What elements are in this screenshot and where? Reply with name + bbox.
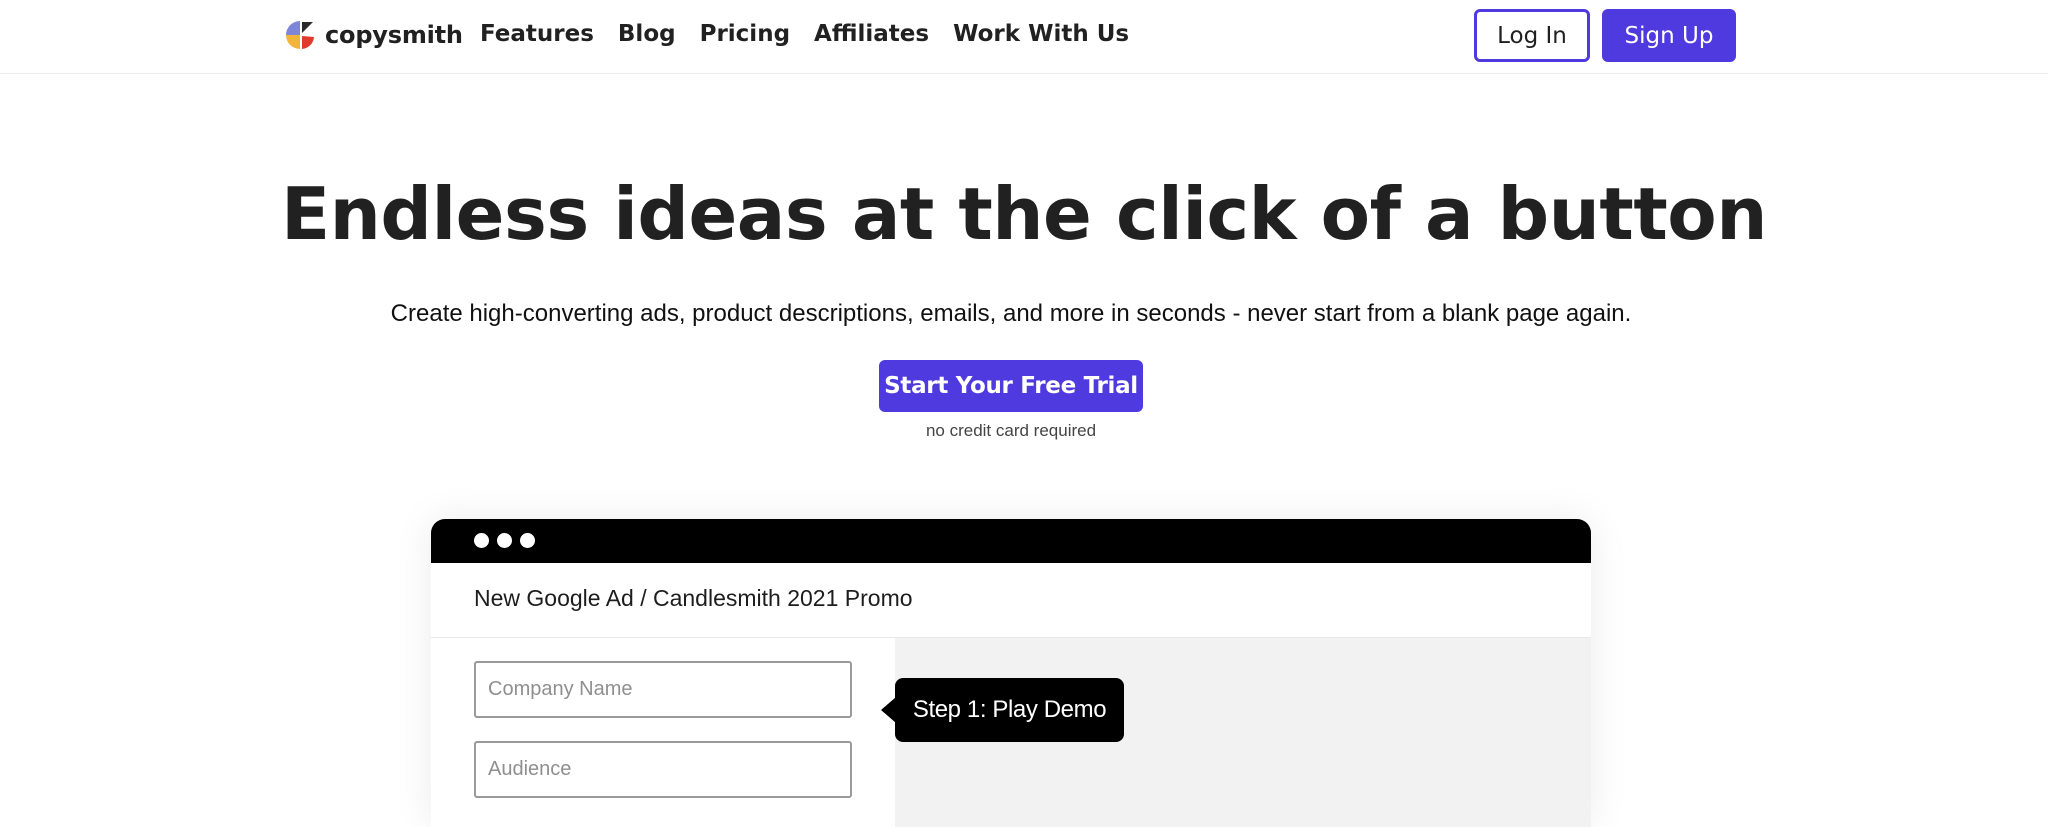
nav-link-blog[interactable]: Blog [618, 21, 676, 47]
window-dot-icon [520, 533, 535, 548]
audience-input[interactable] [474, 741, 852, 798]
start-free-trial-button[interactable]: Start Your Free Trial [879, 360, 1143, 412]
nav-link-affiliates[interactable]: Affiliates [814, 21, 929, 47]
signup-button[interactable]: Sign Up [1602, 9, 1736, 62]
nav-link-work-with-us[interactable]: Work With Us [953, 21, 1129, 47]
demo-header: New Google Ad / Candlesmith 2021 Promo [431, 563, 1591, 638]
tooltip-arrow-icon [881, 697, 896, 723]
company-name-input[interactable] [474, 661, 852, 718]
hero-title: Endless ideas at the click of a button [280, 172, 1768, 256]
demo-window-titlebar [431, 519, 1591, 563]
nav-link-features[interactable]: Features [480, 21, 594, 47]
top-nav: copysmith Features Blog Pricing Affiliat… [0, 0, 2048, 74]
hero-subtitle: Create high-converting ads, product desc… [390, 300, 1632, 327]
brand-name: copysmith [325, 21, 463, 49]
demo-breadcrumb: New Google Ad / Candlesmith 2021 Promo [474, 585, 913, 611]
copysmith-logo-icon [286, 21, 314, 49]
nav-link-pricing[interactable]: Pricing [700, 21, 790, 47]
play-demo-tooltip[interactable]: Step 1: Play Demo [895, 678, 1124, 742]
window-dot-icon [474, 533, 489, 548]
nav-links: Features Blog Pricing Affiliates Work Wi… [480, 21, 1153, 47]
window-dot-icon [497, 533, 512, 548]
brand-logo[interactable]: copysmith [285, 20, 463, 50]
no-credit-card-note: no credit card required [925, 421, 1097, 440]
demo-form-panel [431, 638, 895, 827]
login-button[interactable]: Log In [1474, 9, 1590, 62]
demo-window: New Google Ad / Candlesmith 2021 Promo [431, 519, 1591, 827]
